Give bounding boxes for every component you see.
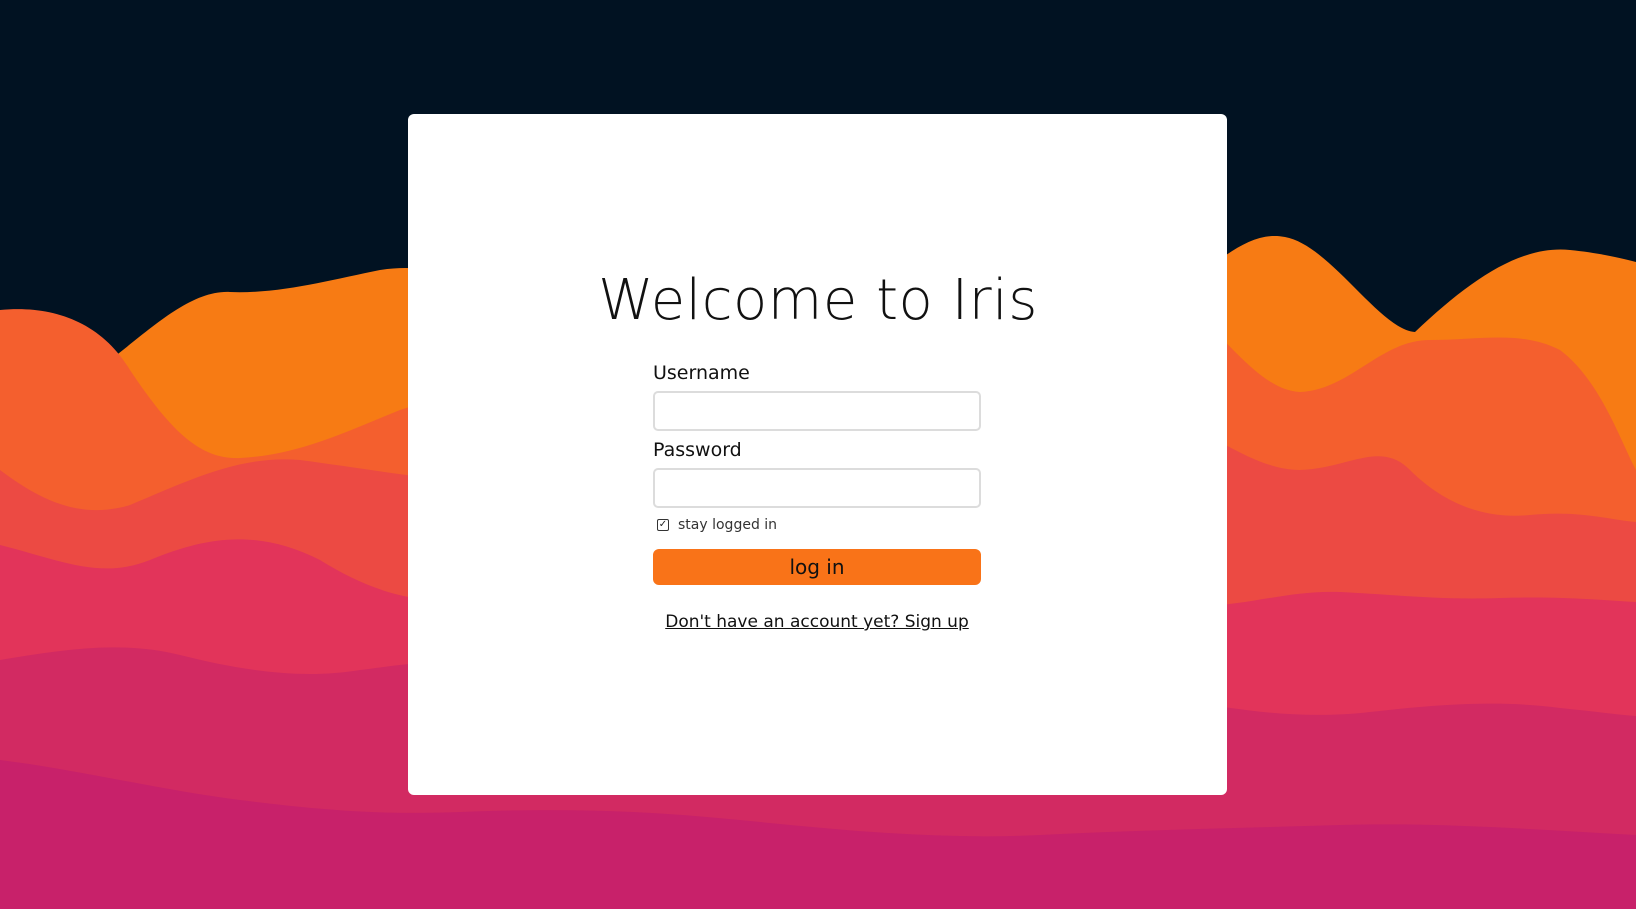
- stay-logged-in-row[interactable]: ✓ stay logged in: [653, 514, 981, 536]
- signup-link[interactable]: Don't have an account yet? Sign up: [653, 612, 981, 632]
- password-label: Password: [653, 439, 742, 461]
- stay-logged-in-checkbox[interactable]: ✓: [657, 519, 669, 531]
- check-icon: ✓: [658, 519, 668, 530]
- page-title: Welcome to Iris: [598, 268, 1038, 333]
- username-input[interactable]: [653, 391, 981, 431]
- login-button[interactable]: log in: [653, 549, 981, 585]
- stay-logged-in-label: stay logged in: [678, 517, 778, 533]
- password-input[interactable]: [653, 468, 981, 508]
- page-background: Welcome to Iris Username Password ✓ stay…: [0, 0, 1636, 909]
- username-label: Username: [653, 362, 750, 384]
- login-form: Username Password ✓ stay logged in log i…: [653, 362, 981, 632]
